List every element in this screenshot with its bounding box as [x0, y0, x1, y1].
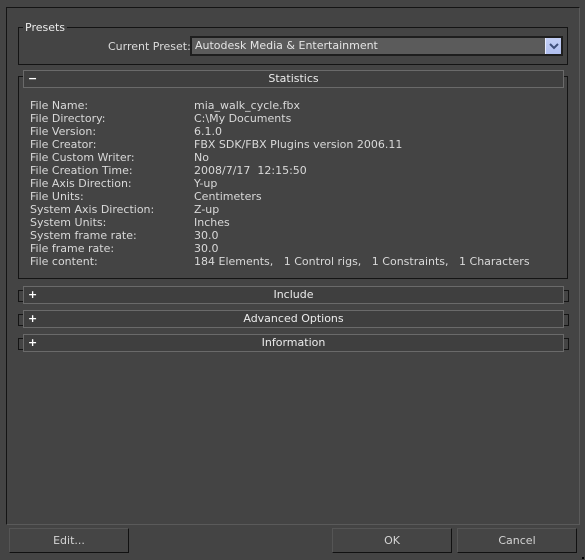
stat-row: System Units: Inches — [30, 216, 530, 229]
stat-key: File frame rate: — [30, 242, 115, 255]
stat-value: Z-up — [194, 203, 220, 216]
stat-value: Y-up — [194, 177, 218, 190]
stat-value: Centimeters — [194, 190, 262, 203]
expand-icon: + — [28, 288, 38, 301]
stat-value: 30.0 — [194, 229, 219, 242]
stat-key: File Directory: — [30, 112, 106, 125]
stat-row: File Creator: FBX SDK/FBX Plugins version… — [30, 138, 530, 151]
include-rollout-title: Include — [273, 288, 314, 301]
stat-key: System Axis Direction: — [30, 203, 155, 216]
cancel-button[interactable]: Cancel — [457, 528, 577, 553]
stat-value: 184 Elements, 1 Control rigs, 1 Constrai… — [194, 255, 530, 268]
current-preset-label: Current Preset: — [108, 40, 191, 53]
statistics-rollout-header[interactable]: − Statistics — [23, 70, 564, 88]
stat-row: System frame rate: 30.0 — [30, 229, 530, 242]
dropdown-arrow-button[interactable] — [545, 38, 561, 54]
advanced-options-rollout-header[interactable]: + Advanced Options — [23, 310, 564, 328]
stat-row: File Directory: C:\My Documents — [30, 112, 530, 125]
stat-row: File Version: 6.1.0 — [30, 125, 530, 138]
ok-button[interactable]: OK — [332, 528, 452, 553]
statistics-rollout-title: Statistics — [268, 72, 319, 85]
stat-row: File frame rate: 30.0 — [30, 242, 530, 255]
expand-icon: + — [28, 336, 38, 349]
stat-value: C:\My Documents — [194, 112, 292, 125]
include-rollout-bracket-right — [564, 290, 569, 302]
stat-key: File Units: — [30, 190, 84, 203]
stat-key: File Axis Direction: — [30, 177, 132, 190]
stat-row: File content: 184 Elements, 1 Control rig… — [30, 255, 530, 268]
stat-row: System Axis Direction: Z-up — [30, 203, 530, 216]
stat-key: File Version: — [30, 125, 97, 138]
include-rollout-header[interactable]: + Include — [23, 286, 564, 304]
stat-row: File Custom Writer: No — [30, 151, 530, 164]
stat-value: No — [194, 151, 209, 164]
stat-value: mia_walk_cycle.fbx — [194, 99, 300, 112]
information-rollout-header[interactable]: + Information — [23, 334, 564, 352]
information-rollout-title: Information — [261, 336, 326, 349]
stat-row: File Axis Direction: Y-up — [30, 177, 530, 190]
collapse-icon: − — [28, 72, 38, 85]
chevron-down-icon — [548, 42, 559, 49]
advanced-options-rollout-title: Advanced Options — [243, 312, 344, 325]
stat-row: File Creation Time: 2008/7/17 12:15:50 — [30, 164, 530, 177]
stat-key: System frame rate: — [30, 229, 137, 242]
expand-icon: + — [28, 312, 38, 325]
stat-row: File Units: Centimeters — [30, 190, 530, 203]
edit-button[interactable]: Edit... — [9, 528, 129, 553]
stat-key: File Name: — [30, 99, 89, 112]
presets-group-title: Presets — [23, 21, 68, 34]
resize-grip[interactable] — [582, 557, 584, 559]
stat-value: 6.1.0 — [194, 125, 222, 138]
stat-key: File Creator: — [30, 138, 97, 151]
advanced-options-rollout-bracket-right — [564, 314, 569, 326]
stat-value: 2008/7/17 12:15:50 — [194, 164, 307, 177]
stat-value: 30.0 — [194, 242, 219, 255]
stat-row: File Name: mia_walk_cycle.fbx — [30, 99, 530, 112]
stat-key: File content: — [30, 255, 98, 268]
stat-key: System Units: — [30, 216, 107, 229]
stat-value: Inches — [194, 216, 230, 229]
current-preset-dropdown[interactable]: Autodesk Media & Entertainment — [190, 36, 563, 56]
stat-value: FBX SDK/FBX Plugins version 2006.11 — [194, 138, 403, 151]
stat-key: File Creation Time: — [30, 164, 133, 177]
current-preset-value: Autodesk Media & Entertainment — [195, 39, 378, 52]
statistics-list: File Name: mia_walk_cycle.fbx File Direct… — [30, 99, 530, 268]
information-rollout-bracket-right — [564, 338, 569, 350]
stat-key: File Custom Writer: — [30, 151, 135, 164]
